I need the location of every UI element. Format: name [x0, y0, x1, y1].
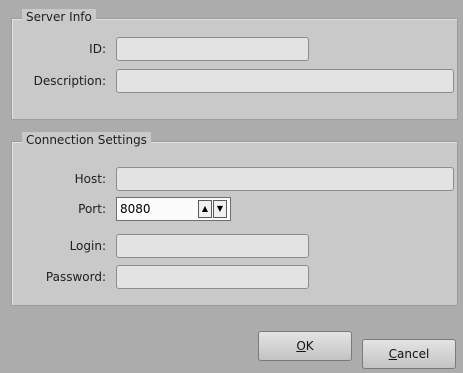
- cancel-label-rest: ancel: [397, 347, 430, 361]
- ok-mnemonic: O: [296, 339, 306, 353]
- port-spinbox[interactable]: 8080 ▲ ▼: [116, 197, 231, 221]
- host-input[interactable]: [116, 167, 454, 191]
- port-spin-buttons: ▲ ▼: [198, 200, 228, 218]
- host-label: Host:: [74, 172, 106, 186]
- description-input[interactable]: [116, 69, 454, 93]
- connection-settings-title: Connection Settings: [22, 132, 151, 148]
- server-info-group: Server Info ID: Description:: [11, 9, 458, 120]
- spin-down-icon[interactable]: ▼: [213, 200, 227, 218]
- password-input[interactable]: [116, 265, 309, 289]
- port-label: Port:: [78, 202, 106, 216]
- id-label: ID:: [89, 42, 106, 56]
- login-label: Login:: [69, 239, 106, 253]
- password-label: Password:: [45, 270, 106, 284]
- port-value: 8080: [120, 202, 151, 216]
- id-input[interactable]: [116, 37, 309, 61]
- cancel-button[interactable]: Cancel: [362, 339, 456, 369]
- connection-settings-group: Connection Settings Host: Port: 8080 ▲ ▼…: [11, 132, 458, 306]
- server-info-title: Server Info: [22, 9, 96, 25]
- login-input[interactable]: [116, 234, 309, 258]
- server-dialog: Server Info ID: Description: Connection …: [0, 0, 463, 373]
- spin-up-icon[interactable]: ▲: [198, 200, 212, 218]
- ok-label-rest: K: [305, 339, 314, 353]
- ok-button[interactable]: OK: [258, 331, 352, 361]
- cancel-mnemonic: C: [388, 347, 398, 361]
- description-label: Description:: [33, 74, 106, 88]
